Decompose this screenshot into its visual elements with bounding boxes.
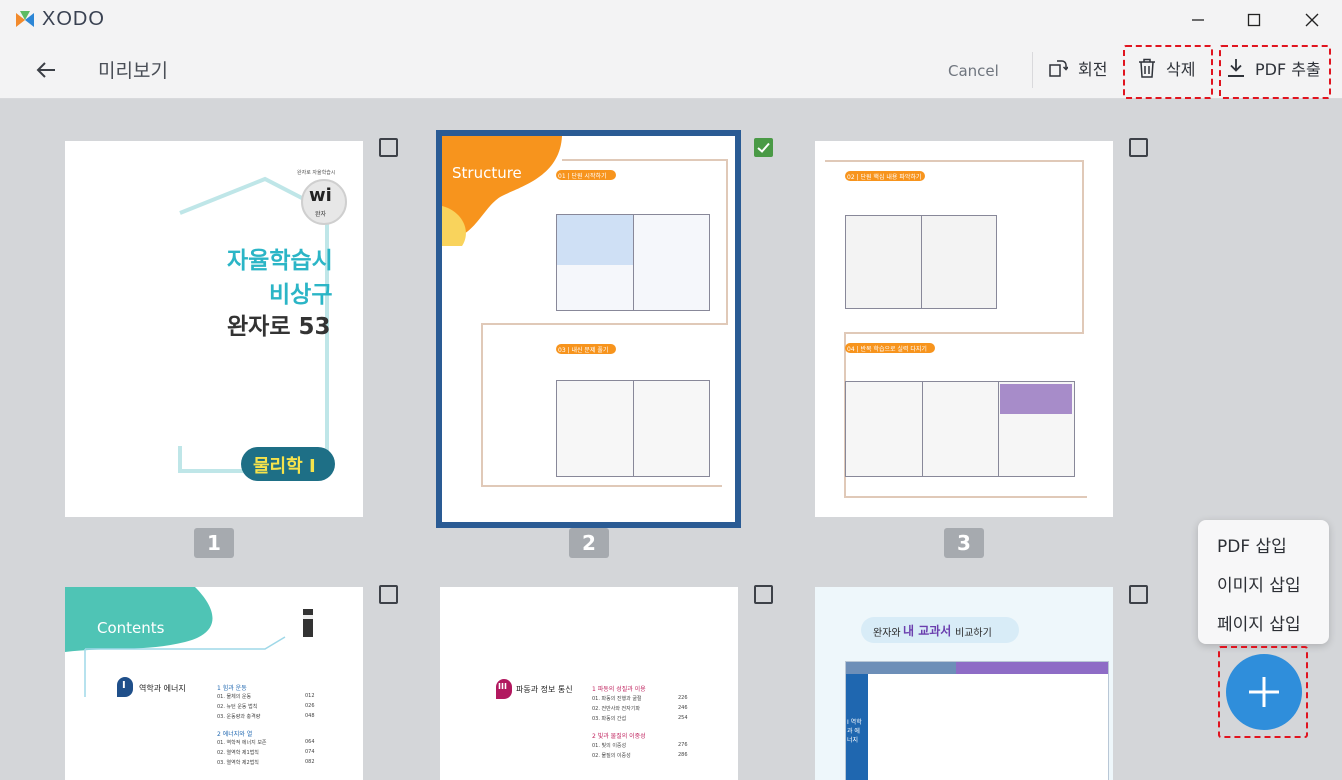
close-button[interactable]	[1284, 0, 1340, 40]
unit-title-5: 파동과 정보 통신	[516, 685, 573, 694]
toc-page-1: 012	[305, 693, 315, 699]
app-logo: XODO	[14, 8, 105, 31]
section-title-3b: 04 | 반복 학습으로 실력 다지기	[847, 346, 927, 353]
toc-item-5-1: 01. 파동의 진행과 굴절	[592, 696, 642, 702]
page-checkbox-2[interactable]	[754, 138, 773, 157]
maximize-icon	[1247, 13, 1261, 27]
page-title: 미리보기	[98, 60, 168, 82]
app-name: XODO	[42, 8, 105, 30]
page-number-3: 3	[944, 528, 984, 558]
page-number-1: 1	[194, 528, 234, 558]
toc-page-4: 064	[305, 739, 315, 745]
contents-heading: Contents	[97, 619, 165, 637]
toc-item-4: 01. 역학적 에너지 보존	[217, 740, 267, 746]
page-thumbnail-1[interactable]: 완자로 자율학습시 wi 완자 자율학습시 비상구 완자로 53 물리학 Ⅰ	[65, 141, 363, 517]
unit-title: 역학과 에너지	[139, 684, 186, 693]
insert-image-item[interactable]: 이미지 삽입	[1217, 571, 1301, 596]
page-checkbox-5[interactable]	[754, 585, 773, 604]
section-title-1: 01 | 단원 시작하기	[558, 173, 607, 180]
toc-page-3: 048	[305, 713, 315, 719]
cover-line-3: 완자로 53	[227, 314, 331, 340]
toc-item-5-2: 02. 전반사와 전자기파	[592, 706, 640, 712]
comparison-title-c: 비교하기	[955, 628, 992, 639]
cover-line-1: 자율학습시	[227, 248, 333, 274]
spread-preview-3b	[845, 381, 1075, 477]
toc-page-5-3: 254	[678, 715, 688, 721]
cover-subject: 물리학 Ⅰ	[253, 456, 316, 477]
toc-item-2: 02. 뉴턴 운동 법칙	[217, 704, 258, 710]
cancel-button[interactable]: Cancel	[948, 62, 999, 80]
toc-item-5-3: 03. 파동의 간섭	[592, 716, 627, 722]
group-title-2: 2 에너지와 열	[217, 731, 253, 738]
arrow-left-icon	[36, 62, 55, 78]
close-icon	[1305, 13, 1319, 27]
group-title-5a: 1 파동의 성질과 이용	[592, 686, 646, 693]
cover-line-2: 비상구	[269, 282, 333, 308]
minimize-button[interactable]	[1170, 0, 1226, 40]
section-title-3a: 02 | 단원 핵심 내용 파악하기	[847, 174, 922, 181]
section-title-2: 03 | 내신 문제 풀기	[558, 347, 609, 354]
page-checkbox-6[interactable]	[1129, 585, 1148, 604]
title-bar: XODO	[0, 0, 1342, 40]
maximize-button[interactable]	[1226, 0, 1282, 40]
toc-page-5-4: 276	[678, 742, 688, 748]
rotate-icon	[1049, 60, 1068, 77]
toolbar-divider	[1032, 52, 1033, 88]
insert-menu: PDF 삽입 이미지 삽입 페이지 삽입	[1198, 520, 1329, 644]
comparison-unit: Ⅰ 역학과 에너지	[847, 719, 862, 744]
comparison-title-b: 내 교과서	[903, 624, 952, 638]
insert-pdf-item[interactable]: PDF 삽입	[1217, 532, 1287, 557]
unit-numeral: I	[122, 680, 126, 691]
page-thumbnail-2[interactable]: Structure 01 | 단원 시작하기 03 | 내신 문제 풀기	[442, 136, 735, 522]
toc-item-5: 02. 열역학 제1법칙	[217, 750, 259, 756]
page-thumbnail-3[interactable]: 02 | 단원 핵심 내용 파악하기 04 | 반복 학습으로 실력 다지기	[815, 141, 1113, 517]
cover-badge-letters: wi	[309, 185, 332, 206]
toc-page-5-1: 226	[678, 695, 688, 701]
toc-item-1: 01. 물체의 운동	[217, 694, 252, 700]
highlight-extract	[1219, 45, 1331, 99]
insert-page-item[interactable]: 페이지 삽입	[1217, 610, 1301, 635]
page-checkbox-3[interactable]	[1129, 138, 1148, 157]
toc-page-5: 074	[305, 749, 315, 755]
comparison-table	[845, 661, 1109, 780]
group-title-5b: 2 빛과 물질의 이중성	[592, 733, 646, 740]
page-number-2: 2	[569, 528, 609, 558]
highlight-add	[1218, 646, 1308, 738]
contents-blob-graphic	[65, 587, 313, 697]
toolbar: 미리보기 Cancel 회전 삭제 PDF 추출	[0, 40, 1342, 99]
cover-badge-top: 완자로 자율학습시	[297, 170, 336, 176]
comparison-title-a: 완자와	[873, 628, 901, 639]
cover-badge-sub: 완자	[315, 211, 327, 218]
toc-item-5-4: 01. 빛의 이중성	[592, 743, 627, 749]
toc-item-5-5: 02. 물질의 이중성	[592, 753, 631, 759]
minimize-icon	[1192, 19, 1204, 21]
toc-page-5-2: 246	[678, 705, 688, 711]
back-button[interactable]	[30, 56, 62, 84]
page-checkbox-1[interactable]	[379, 138, 398, 157]
page-thumbnail-5[interactable]: III 파동과 정보 통신 1 파동의 성질과 이용 01. 파동의 진행과 굴…	[440, 587, 738, 780]
toc-page-5-5: 286	[678, 752, 688, 758]
xodo-logo-icon	[16, 10, 34, 27]
rotate-button[interactable]: 회전	[1048, 50, 1107, 86]
page-thumbnail-4[interactable]: Contents I 역학과 에너지 1 힘과 운동 01. 물체의 운동 02…	[65, 587, 363, 780]
rotate-label: 회전	[1078, 60, 1108, 79]
spread-preview-1	[556, 214, 710, 311]
spread-preview-3a	[845, 215, 997, 309]
spread-preview-2	[556, 380, 710, 477]
toc-item-3: 03. 운동량과 충격량	[217, 714, 261, 720]
toc-page-6: 082	[305, 759, 315, 765]
page-thumbnail-6[interactable]: 완자와 내 교과서 비교하기 Ⅰ 역학과 에너지	[815, 587, 1113, 780]
highlight-delete	[1123, 45, 1213, 99]
unit-numeral-5: III	[498, 682, 507, 691]
checkmark-icon	[757, 142, 770, 153]
toc-item-6: 03. 열역학 제2법칙	[217, 760, 259, 766]
group-title-1: 1 힘과 운동	[217, 685, 247, 692]
toc-page-2: 026	[305, 703, 315, 709]
page-checkbox-4[interactable]	[379, 585, 398, 604]
